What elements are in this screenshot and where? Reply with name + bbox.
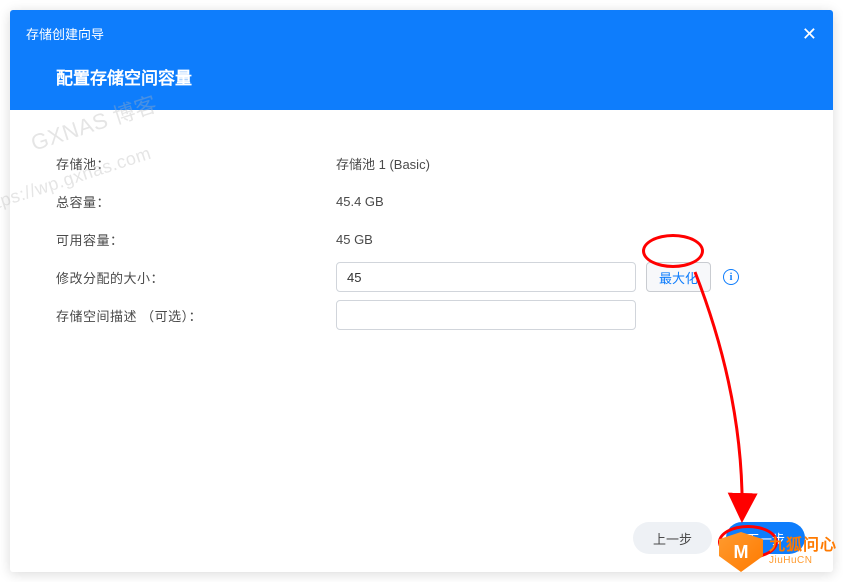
value-total-capacity: 45.4 GB: [336, 194, 384, 209]
row-allocated-size: 修改分配的大小： 最大化 i: [56, 258, 787, 296]
row-description: 存储空间描述 （可选）：: [56, 296, 787, 334]
row-storage-pool: 存储池： 存储池 1 (Basic): [56, 144, 787, 182]
back-button[interactable]: 上一步: [633, 522, 712, 554]
maximize-button[interactable]: 最大化: [646, 262, 711, 292]
description-input[interactable]: [336, 300, 636, 330]
dialog-footer: 上一步 下一步: [10, 522, 833, 554]
wizard-dialog: 存储创建向导 ✕ 配置存储空间容量 存储池： 存储池 1 (Basic) 总容量…: [10, 10, 833, 572]
value-available-capacity: 45 GB: [336, 232, 373, 247]
row-total-capacity: 总容量： 45.4 GB: [56, 182, 787, 220]
info-icon[interactable]: i: [723, 269, 739, 285]
label-description: 存储空间描述 （可选）：: [56, 306, 336, 325]
label-storage-pool: 存储池：: [56, 154, 336, 173]
value-storage-pool: 存储池 1 (Basic): [336, 154, 430, 173]
row-available-capacity: 可用容量： 45 GB: [56, 220, 787, 258]
label-allocated-size: 修改分配的大小：: [56, 268, 336, 287]
label-available-capacity: 可用容量：: [56, 230, 336, 249]
dialog-body: 存储池： 存储池 1 (Basic) 总容量： 45.4 GB 可用容量： 45…: [10, 110, 833, 334]
dialog-header: 存储创建向导 ✕ 配置存储空间容量: [10, 10, 833, 110]
allocated-size-input[interactable]: [336, 262, 636, 292]
close-icon[interactable]: ✕: [802, 24, 817, 45]
next-button[interactable]: 下一步: [726, 522, 805, 554]
page-title: 配置存储空间容量: [56, 64, 192, 89]
wizard-title: 存储创建向导: [26, 24, 104, 43]
label-total-capacity: 总容量：: [56, 192, 336, 211]
